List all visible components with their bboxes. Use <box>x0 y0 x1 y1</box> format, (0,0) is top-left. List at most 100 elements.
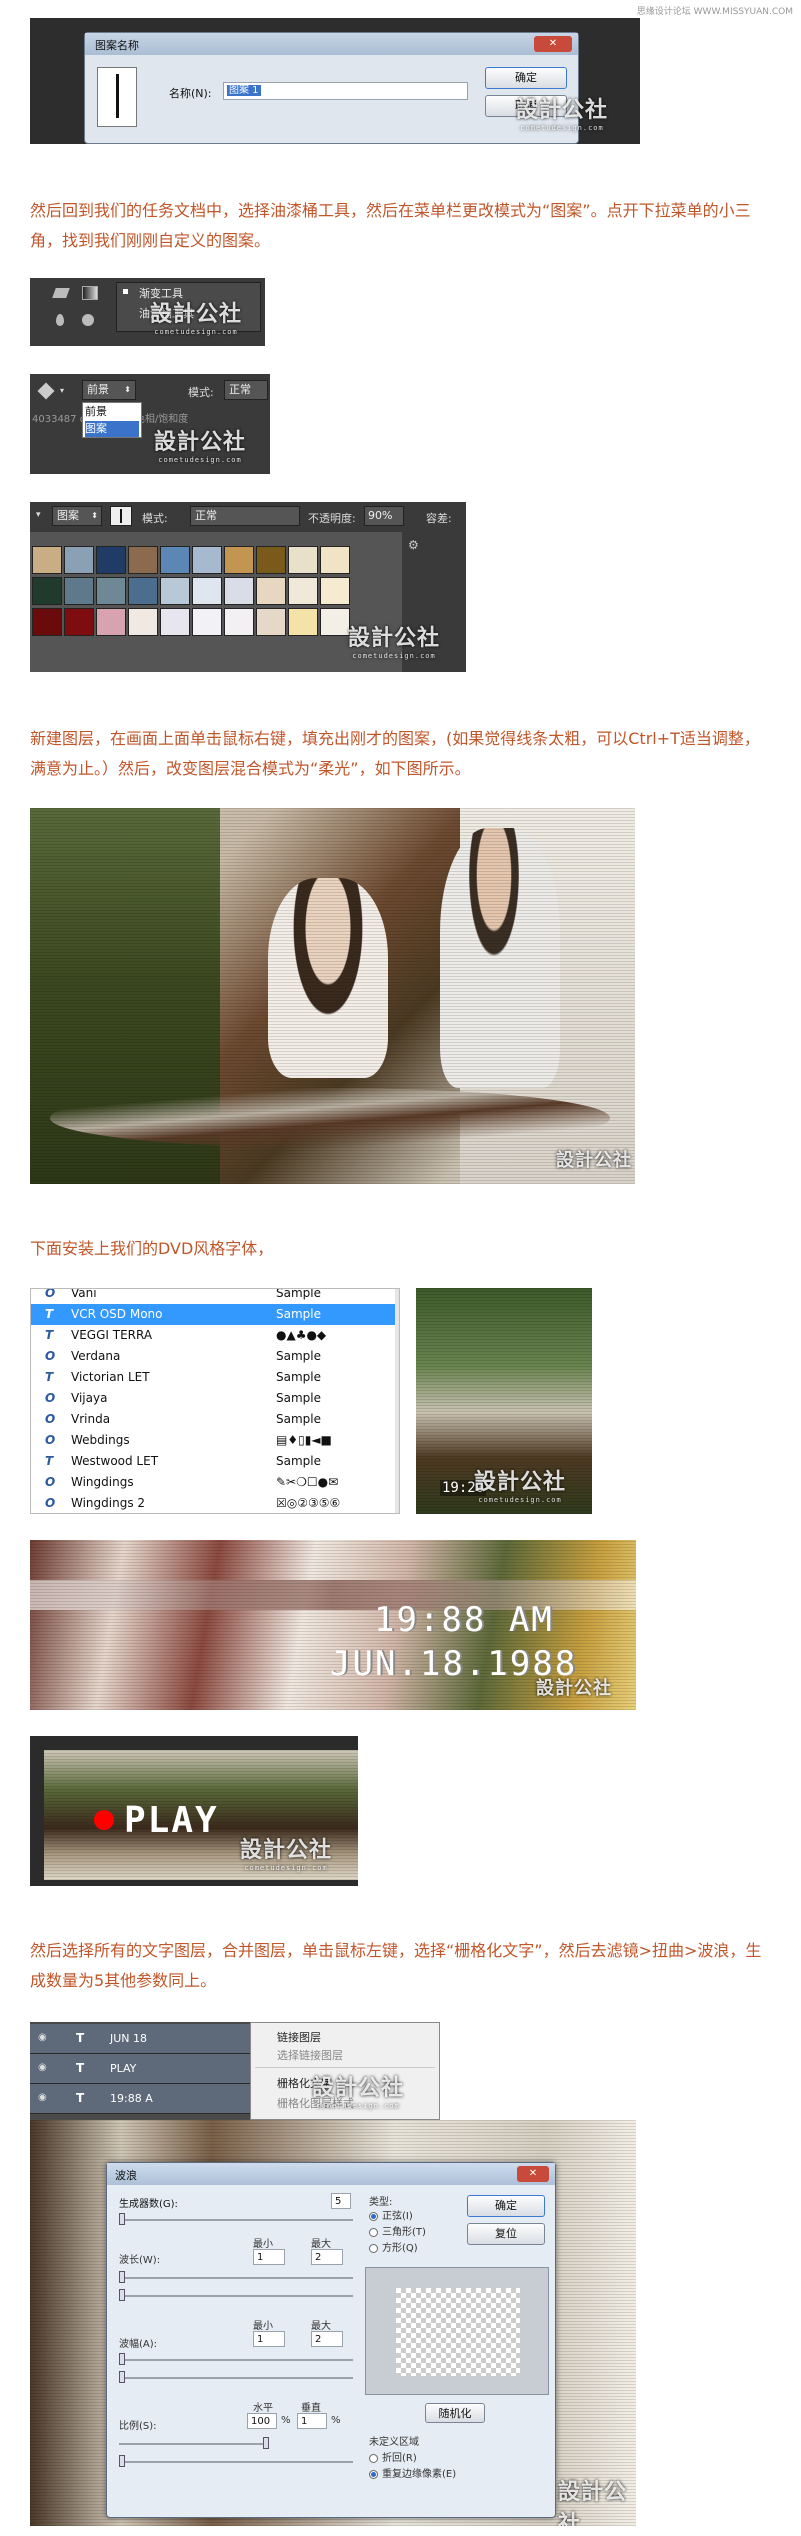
wavelength-label: 波长(W): <box>119 2255 161 2266</box>
chevron-down-icon[interactable]: ▾ <box>36 510 41 520</box>
pattern-swatch[interactable] <box>192 577 222 605</box>
font-list-item[interactable]: O Vrinda Sample <box>31 1409 399 1430</box>
font-list-item[interactable]: O Webdings ▤♦▯▮◄■ <box>31 1430 399 1451</box>
pattern-swatch[interactable] <box>64 546 94 574</box>
fill-source-select[interactable]: 图案 ⬍ <box>52 506 102 526</box>
font-list-item[interactable]: T Victorian LET Sample <box>31 1367 399 1388</box>
font-sample: Sample <box>276 1288 321 1300</box>
pattern-swatch[interactable] <box>32 546 62 574</box>
font-list-item[interactable]: O Wingdings 2 ☒◎②③⑤⑥ <box>31 1493 399 1513</box>
eye-icon[interactable]: ◉ <box>38 2092 47 2103</box>
randomize-button[interactable]: 随机化 <box>425 2403 485 2423</box>
pattern-swatch[interactable] <box>128 546 158 574</box>
font-list-item[interactable]: O Wingdings ✎✂❍☐●✉ <box>31 1472 399 1493</box>
font-type-icon: O <box>45 1412 56 1426</box>
type-layer-icon: T <box>76 2031 85 2045</box>
close-icon[interactable]: ✕ <box>517 2166 549 2182</box>
dodge-icon[interactable] <box>82 314 94 326</box>
pattern-swatch[interactable] <box>224 577 254 605</box>
mode-select[interactable]: 正常 <box>190 506 300 526</box>
font-type-icon: O <box>45 1349 56 1363</box>
pattern-swatch[interactable] <box>160 577 190 605</box>
pattern-swatch[interactable] <box>160 608 190 636</box>
pattern-swatch[interactable] <box>288 608 318 636</box>
font-list: O Vani Sample T VCR OSD Mono Sample T VEGGI TER… <box>31 1288 399 1513</box>
wavelength-max-input[interactable]: 2 <box>311 2249 343 2265</box>
pattern-swatch[interactable] <box>320 608 350 636</box>
amplitude-min-input[interactable]: 1 <box>253 2331 285 2347</box>
layer-row[interactable]: ◉ T PLAY <box>30 2054 250 2084</box>
font-list-item[interactable]: O Vijaya Sample <box>31 1388 399 1409</box>
pattern-swatch[interactable] <box>128 577 158 605</box>
generators-slider[interactable] <box>119 2213 353 2225</box>
amplitude-max-input[interactable]: 2 <box>311 2331 343 2347</box>
type-square[interactable]: 方形(Q) <box>369 2239 418 2254</box>
pattern-swatch[interactable] <box>96 608 126 636</box>
pattern-swatch[interactable] <box>256 608 286 636</box>
scale-slider[interactable] <box>119 2437 269 2449</box>
pattern-swatch[interactable] <box>32 608 62 636</box>
pattern-swatch[interactable] <box>320 546 350 574</box>
pattern-swatch[interactable] <box>96 577 126 605</box>
scale-v-input[interactable]: 1 <box>297 2413 327 2429</box>
close-icon[interactable]: ✕ <box>534 36 572 52</box>
eye-icon[interactable]: ◉ <box>38 2062 47 2073</box>
pattern-preview-button[interactable] <box>110 506 132 526</box>
amplitude-label: 波幅(A): <box>119 2339 158 2350</box>
pattern-swatch[interactable] <box>64 577 94 605</box>
gradient-tool-icon[interactable] <box>82 286 98 300</box>
font-list-item[interactable]: O Verdana Sample <box>31 1346 399 1367</box>
eraser-icon[interactable] <box>52 288 70 298</box>
wave-ok-button[interactable]: 确定 <box>467 2195 545 2217</box>
pattern-swatch[interactable] <box>288 577 318 605</box>
menu-select-linked[interactable]: 选择链接图层 <box>277 2047 343 2063</box>
repeat-edge-option[interactable]: 重复边缘像素(E) <box>369 2465 456 2480</box>
wrap-around-option[interactable]: 折回(R) <box>369 2449 417 2464</box>
wave-reset-button[interactable]: 复位 <box>467 2223 545 2245</box>
font-list-item[interactable]: O Vani Sample <box>31 1288 399 1304</box>
amplitude-slider-max[interactable] <box>119 2371 353 2383</box>
wavelength-slider[interactable] <box>119 2271 353 2283</box>
fill-source-select[interactable]: 前景 ⬍ <box>82 380 136 400</box>
wavelength-slider-max[interactable] <box>119 2289 353 2301</box>
pattern-swatch[interactable] <box>64 608 94 636</box>
pattern-swatch[interactable] <box>96 546 126 574</box>
type-triangle[interactable]: 三角形(T) <box>369 2223 426 2238</box>
gear-icon[interactable]: ⚙ <box>408 538 419 552</box>
type-sine[interactable]: 正弦(I) <box>369 2207 413 2222</box>
option-foreground[interactable]: 前景 <box>85 404 139 420</box>
font-list-item[interactable]: T VCR OSD Mono Sample <box>31 1304 399 1325</box>
layer-row[interactable]: ◉ T JUN 18 <box>30 2024 250 2054</box>
chevron-down-icon[interactable]: ▾ <box>60 386 64 395</box>
pattern-swatch[interactable] <box>224 546 254 574</box>
amplitude-slider[interactable] <box>119 2353 353 2365</box>
menu-link-layers[interactable]: 链接图层 <box>277 2029 321 2045</box>
paint-bucket-icon[interactable] <box>37 382 55 400</box>
font-list-item[interactable]: T VEGGI TERRA ●▲♣●◆ <box>31 1325 399 1346</box>
pattern-swatch[interactable] <box>128 608 158 636</box>
pattern-swatch[interactable] <box>256 546 286 574</box>
scrollbar[interactable] <box>395 1289 399 1513</box>
font-list-item[interactable]: T Westwood LET Sample <box>31 1451 399 1472</box>
generators-input[interactable]: 5 <box>331 2193 351 2209</box>
option-pattern[interactable]: 图案 <box>85 421 139 437</box>
pattern-swatch[interactable] <box>192 608 222 636</box>
pattern-swatch[interactable] <box>320 577 350 605</box>
mode-select[interactable]: 正常 <box>224 380 268 400</box>
pattern-swatch[interactable] <box>160 546 190 574</box>
ok-button[interactable]: 确定 <box>485 67 567 89</box>
pattern-swatch[interactable] <box>256 577 286 605</box>
scale-v-slider[interactable] <box>119 2455 353 2467</box>
blur-icon[interactable] <box>56 314 64 326</box>
pattern-swatch[interactable] <box>288 546 318 574</box>
pattern-name-input[interactable]: 图案 1 <box>223 82 468 100</box>
scale-h-input[interactable]: 100 <box>247 2413 277 2429</box>
eye-icon[interactable]: ◉ <box>38 2032 47 2043</box>
layer-row[interactable]: ◉ T 19:88 A <box>30 2084 250 2114</box>
opacity-input[interactable]: 90% <box>364 506 404 526</box>
wavelength-min-input[interactable]: 1 <box>253 2249 285 2265</box>
pattern-swatch[interactable] <box>224 608 254 636</box>
layers-panel: ◉ T JUN 18 ◉ T PLAY ◉ T 19:88 A 链接图层 选择链接图层 栅格化文… <box>30 2022 440 2120</box>
pattern-swatch[interactable] <box>32 577 62 605</box>
pattern-swatch[interactable] <box>192 546 222 574</box>
